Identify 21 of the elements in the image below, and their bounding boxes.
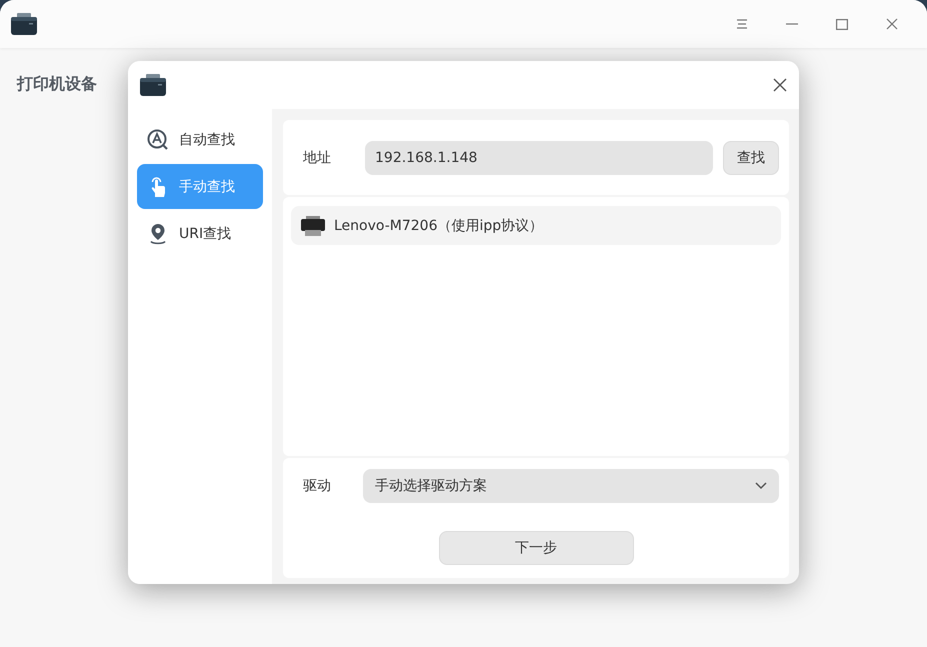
close-button[interactable] bbox=[772, 77, 788, 93]
maximize-icon bbox=[836, 18, 848, 30]
minimize-icon bbox=[786, 23, 798, 25]
chevron-down-icon bbox=[755, 482, 767, 490]
nav-item[interactable]: 自动查找 bbox=[137, 117, 263, 162]
printer-icon bbox=[301, 216, 325, 236]
driver-dropdown[interactable]: 手动选择驱动方案 bbox=[363, 469, 779, 503]
nav-item[interactable]: URI查找 bbox=[137, 211, 263, 256]
page-heading: 打印机设备 bbox=[17, 74, 97, 95]
address-field[interactable]: 192.168.1.148 bbox=[365, 140, 713, 174]
next-button[interactable]: 下一步 bbox=[438, 531, 634, 565]
app-icon bbox=[10, 12, 38, 36]
search-button[interactable]: 查找 bbox=[723, 140, 779, 174]
app-icon bbox=[139, 73, 167, 97]
close-icon bbox=[772, 77, 788, 93]
driver-label: 驱动 bbox=[303, 477, 332, 495]
address-label: 地址 bbox=[303, 148, 332, 166]
search-icon bbox=[147, 128, 169, 150]
printer-item[interactable]: Lenovo-M7206（使用ipp协议） bbox=[291, 206, 781, 245]
close-icon bbox=[886, 18, 898, 30]
menu-icon bbox=[736, 19, 748, 29]
